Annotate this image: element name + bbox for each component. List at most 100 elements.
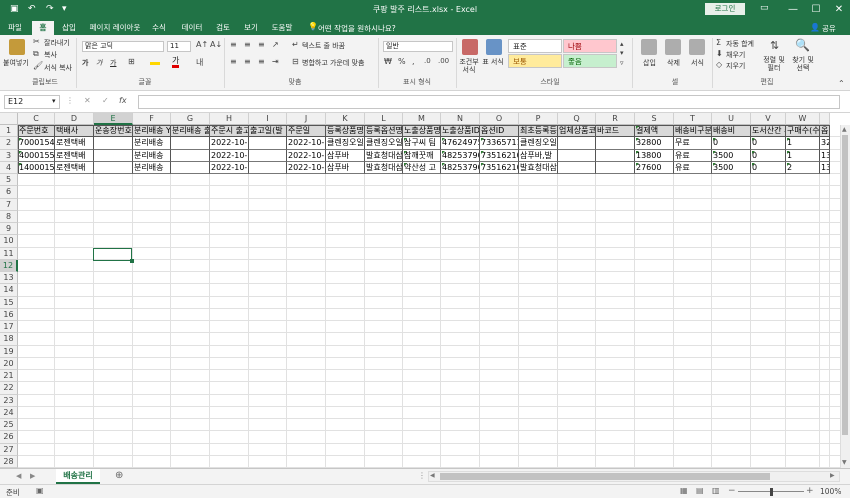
data-cell[interactable]: 분리배송 <box>133 161 171 174</box>
column-header[interactable]: D <box>55 113 94 125</box>
align-left-icon[interactable]: ≡ <box>230 57 237 66</box>
header-cell[interactable]: 운송장번호 <box>94 125 133 138</box>
decrease-decimal-icon[interactable]: .00 <box>438 57 449 65</box>
align-middle-icon[interactable]: ≡ <box>244 40 251 49</box>
font-name-select[interactable]: 맑은 고딕 <box>82 41 164 52</box>
cancel-entry-icon[interactable]: ✕ <box>84 96 91 105</box>
insert-cells-button[interactable]: 삽입 <box>643 58 656 68</box>
number-format-select[interactable]: 일반 <box>383 41 453 52</box>
autosum-button[interactable]: 자동 합계 <box>726 39 754 49</box>
style-normal[interactable]: 표준 <box>508 39 562 53</box>
indent-icon[interactable]: ⇥ <box>272 57 279 66</box>
styles-scroll-up-icon[interactable]: ▴ <box>620 40 624 48</box>
data-cell[interactable] <box>596 137 635 150</box>
tab-formulas[interactable]: 수식 <box>148 21 170 35</box>
data-cell[interactable]: 약산성 고 <box>403 161 441 174</box>
data-cell[interactable] <box>558 137 596 150</box>
header-cell[interactable]: 배송비 <box>712 125 751 138</box>
row-header[interactable]: 10 <box>0 235 18 248</box>
delete-cells-button[interactable]: 삭제 <box>667 58 680 68</box>
percent-icon[interactable]: % <box>398 57 406 66</box>
data-cell[interactable]: 4762497578 <box>441 137 480 150</box>
share-icon[interactable]: 👤 <box>810 23 820 32</box>
sort-filter-button[interactable]: 정렬 및 필터 <box>762 56 786 72</box>
fill-color-icon[interactable] <box>150 57 160 65</box>
phonetic-icon[interactable]: 내 <box>196 57 203 68</box>
row-header[interactable]: 14 <box>0 284 18 297</box>
style-bad[interactable]: 나쁨 <box>563 39 617 53</box>
data-cell[interactable]: 발효청대삼 <box>519 161 558 174</box>
sort-filter-icon[interactable]: ⇅ <box>770 39 779 52</box>
zoom-slider-thumb[interactable] <box>770 488 773 496</box>
active-cell[interactable] <box>93 248 132 261</box>
column-header[interactable]: S <box>635 113 674 125</box>
tab-data[interactable]: 데이터 <box>178 21 206 35</box>
header-cell[interactable]: 노출상품ID <box>441 125 480 138</box>
row-header[interactable]: 19 <box>0 345 18 358</box>
data-cell[interactable]: 2022-10-12 <box>210 149 249 162</box>
row-header[interactable]: 27 <box>0 443 18 456</box>
formula-input[interactable] <box>138 95 840 109</box>
select-all-corner[interactable] <box>0 113 18 125</box>
styles-scroll-down-icon[interactable]: ▾ <box>620 49 624 57</box>
column-header[interactable]: R <box>596 113 635 125</box>
data-cell[interactable]: 분리배송 <box>133 149 171 162</box>
header-cell[interactable]: 출고일(발 <box>249 125 287 138</box>
macro-record-icon[interactable]: ▣ <box>36 486 44 495</box>
row-header[interactable]: 16 <box>0 308 18 321</box>
column-header[interactable]: P <box>519 113 558 125</box>
page-layout-view-icon[interactable]: ▤ <box>696 486 704 495</box>
row-header[interactable]: 26 <box>0 431 18 444</box>
orientation-icon[interactable]: ↗ <box>272 40 279 49</box>
data-cell[interactable]: 4000155548 <box>18 149 55 162</box>
data-cell[interactable]: 3500 <box>712 149 751 162</box>
prev-sheet-icon[interactable]: ◀ <box>16 472 21 480</box>
data-cell[interactable]: 138 <box>820 161 830 174</box>
data-cell[interactable]: 7336571198 <box>480 137 519 150</box>
data-cell[interactable]: 클렌징오일 <box>519 137 558 150</box>
align-top-icon[interactable]: ≡ <box>230 40 237 49</box>
header-cell[interactable]: 분리배송 출 <box>171 125 210 138</box>
header-cell[interactable]: 등록상품명 <box>326 125 365 138</box>
data-cell[interactable]: 4825379015 <box>441 149 480 162</box>
collapse-ribbon-icon[interactable]: ⌃ <box>838 79 845 88</box>
data-cell[interactable]: 발효청대삼 <box>365 161 403 174</box>
data-cell[interactable] <box>94 161 133 174</box>
copy-icon[interactable]: ⧉ <box>33 49 39 59</box>
column-header[interactable]: J <box>287 113 326 125</box>
header-cell[interactable]: 최초등록등 <box>519 125 558 138</box>
format-cells-icon[interactable] <box>689 39 705 55</box>
row-header[interactable]: 21 <box>0 370 18 383</box>
data-cell[interactable]: 유료 <box>674 161 712 174</box>
data-cell[interactable] <box>171 149 210 162</box>
underline-button[interactable]: 가 <box>110 58 116 68</box>
data-cell[interactable] <box>558 149 596 162</box>
increase-decimal-icon[interactable]: .0 <box>424 57 431 65</box>
row-header[interactable]: 28 <box>0 455 18 468</box>
tab-page-layout[interactable]: 페이지 레이아웃 <box>84 21 146 35</box>
row-header[interactable]: 9 <box>0 223 18 236</box>
data-cell[interactable] <box>249 137 287 150</box>
sheet-tab-shipping[interactable]: 배송관리 <box>56 469 100 484</box>
column-header[interactable]: K <box>326 113 365 125</box>
format-cells-button[interactable]: 서식 <box>691 58 704 68</box>
data-cell[interactable]: 발효청대삼 <box>365 149 403 162</box>
header-cell[interactable]: 배송비구분 <box>674 125 712 138</box>
scroll-up-icon[interactable]: ▲ <box>842 126 847 133</box>
maximize-button[interactable]: ☐ <box>805 3 827 16</box>
column-header[interactable]: U <box>712 113 751 125</box>
data-cell[interactable]: 클렌징오일 <box>365 137 403 150</box>
header-cell[interactable]: 결제액 <box>635 125 674 138</box>
header-cell[interactable]: 옵션ID <box>480 125 519 138</box>
data-cell[interactable]: 로젠택배 <box>55 161 94 174</box>
data-cell[interactable]: 1 <box>786 137 820 150</box>
column-header[interactable]: Q <box>558 113 596 125</box>
data-cell[interactable]: 32800 <box>635 137 674 150</box>
paste-button[interactable]: 붙여넣기 <box>3 58 29 68</box>
column-header[interactable]: H <box>210 113 249 125</box>
find-select-button[interactable]: 찾기 및 선택 <box>790 56 816 72</box>
header-cell[interactable]: 바코드 <box>596 125 635 138</box>
header-cell[interactable]: 업체상품코 <box>558 125 596 138</box>
row-header[interactable]: 6 <box>0 186 18 199</box>
column-header[interactable]: M <box>403 113 441 125</box>
